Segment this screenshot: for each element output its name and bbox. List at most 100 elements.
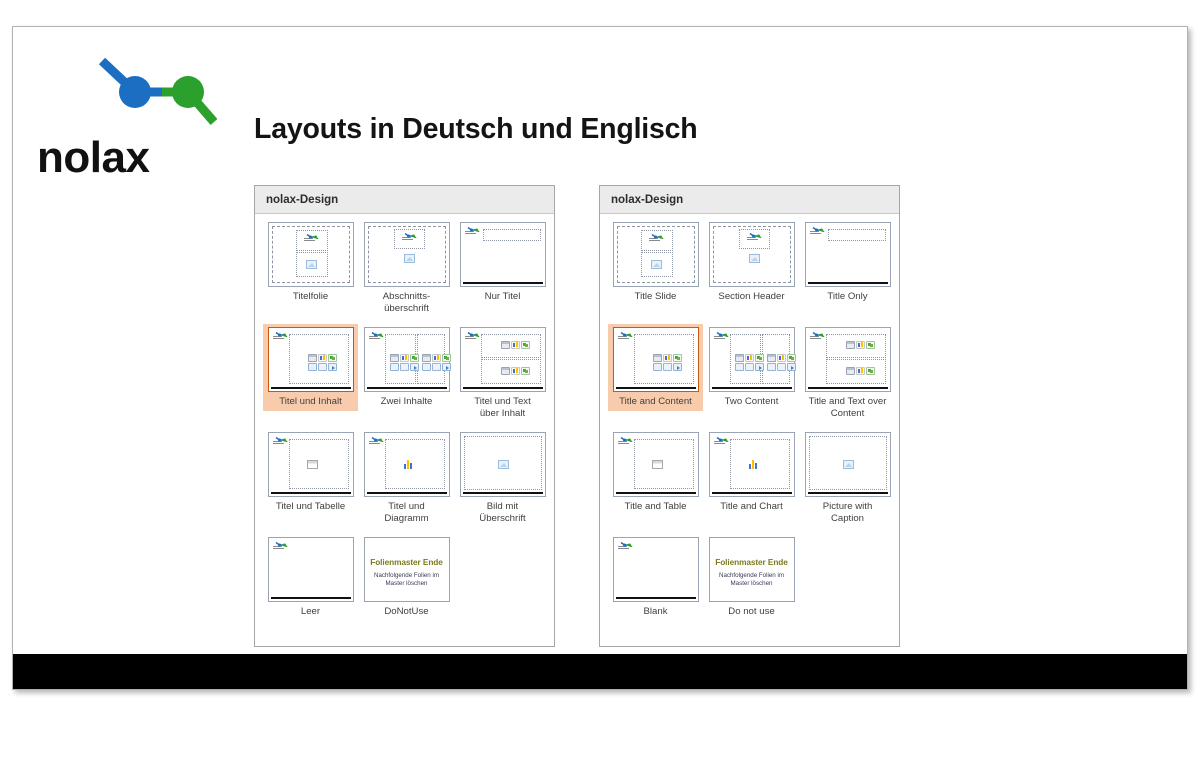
insert-smartart-icon	[865, 341, 875, 349]
insert-table-icon	[734, 354, 744, 362]
layout-item-title-slide[interactable]: Title Slide	[608, 219, 703, 306]
layout-item-abschnitts--überschrift[interactable]: Abschnitts-überschrift	[359, 219, 454, 317]
layout-item-label: Picture with Caption	[822, 501, 873, 524]
footer-bar-mini	[270, 597, 351, 599]
insert-chart-icon	[855, 367, 865, 375]
footer-bar-mini	[711, 387, 792, 389]
layout-thumbnail[interactable]	[612, 432, 699, 497]
layout-thumbnail[interactable]: Folienmaster Ende Nachfolgende Folien im M…	[363, 537, 450, 602]
layout-item-donotuse[interactable]: Folienmaster Ende Nachfolgende Folien im M…	[359, 534, 454, 621]
insert-chart-icon	[399, 354, 409, 362]
layout-thumbnail[interactable]	[459, 327, 546, 392]
footer-bar-mini	[807, 387, 888, 389]
mini-logo-icon	[617, 437, 632, 444]
insert-picture-icon	[421, 363, 431, 371]
layout-item-title-and-table[interactable]: Title and Table	[608, 429, 703, 516]
donotuse-body: Nachfolgende Folien im Master löschen	[718, 572, 784, 587]
mini-logo-icon	[368, 437, 383, 444]
layout-item-title-and-text-over-content[interactable]: Title and Text over Content	[800, 324, 895, 422]
layout-thumbnail[interactable]	[804, 222, 891, 287]
content-placeholder-icons	[307, 354, 337, 371]
panel-header-german: nolax-Design	[255, 186, 554, 214]
footer-bar-mini	[270, 492, 351, 494]
layout-item-bild-mit-überschrift[interactable]: Bild mit Überschrift	[455, 429, 550, 527]
layout-item-zwei-inhalte[interactable]: Zwei Inhalte	[359, 324, 454, 411]
layout-thumbnail[interactable]	[363, 432, 450, 497]
footer-bar-mini	[270, 387, 351, 389]
table-icon	[306, 460, 318, 469]
footer-bar-mini	[462, 387, 543, 389]
layout-item-picture-with-caption[interactable]: Picture with Caption	[800, 429, 895, 527]
insert-table-icon	[389, 354, 399, 362]
layout-thumbnail[interactable]	[459, 432, 546, 497]
picture-icon	[403, 254, 415, 263]
mini-logo-icon	[713, 332, 728, 339]
layout-item-blank[interactable]: Blank	[608, 534, 703, 621]
insert-chart-icon	[776, 354, 786, 362]
logo-wordmark: nolax	[37, 133, 150, 182]
layout-thumbnail[interactable]	[267, 432, 354, 497]
layout-thumbnail[interactable]	[612, 222, 699, 287]
insert-smartart-icon	[520, 367, 530, 375]
page-title: Layouts in Deutsch und Englisch	[254, 113, 698, 145]
layout-item-nur-titel[interactable]: Nur Titel	[455, 219, 550, 306]
layout-thumbnail[interactable]	[804, 327, 891, 392]
insert-chart-icon	[317, 354, 327, 362]
picture-icon	[497, 460, 509, 469]
insert-table-icon	[500, 341, 510, 349]
insert-smartart-icon	[520, 341, 530, 349]
layout-item-title-and-content[interactable]: Title and Content	[608, 324, 703, 411]
insert-table-icon	[845, 341, 855, 349]
layout-thumbnail[interactable]	[708, 432, 795, 497]
insert-clipart-icon	[431, 363, 441, 371]
insert-smartart-icon	[865, 367, 875, 375]
layout-item-label: Two Content	[724, 396, 779, 407]
layout-thumbnail[interactable]: Folienmaster Ende Nachfolgende Folien im M…	[708, 537, 795, 602]
layout-item-title-only[interactable]: Title Only	[800, 219, 895, 306]
layout-item-titel-und-inhalt[interactable]: Titel und Inhalt	[263, 324, 358, 411]
mini-logo-icon	[272, 542, 287, 549]
layout-item-do-not-use[interactable]: Folienmaster Ende Nachfolgende Folien im M…	[704, 534, 799, 621]
layout-thumbnail[interactable]	[363, 327, 451, 392]
mini-logo-icon	[617, 542, 632, 549]
layout-item-title-and-chart[interactable]: Title and Chart	[704, 429, 799, 516]
layout-item-section-header[interactable]: Section Header	[704, 219, 799, 306]
layout-thumbnail[interactable]	[612, 537, 699, 602]
insert-picture-icon	[766, 363, 776, 371]
layout-item-titel-und-diagramm[interactable]: Titel und Diagramm	[359, 429, 454, 527]
layout-item-label: Do not use	[728, 606, 775, 617]
layout-thumbnail[interactable]	[459, 222, 546, 287]
insert-video-icon	[409, 363, 419, 371]
layout-item-label: Zwei Inhalte	[380, 396, 433, 407]
layout-item-label: Titel und Inhalt	[279, 396, 342, 407]
insert-picture-icon	[652, 363, 662, 371]
insert-chart-icon	[855, 341, 865, 349]
layout-thumbnail[interactable]	[708, 327, 796, 392]
layout-thumbnail[interactable]	[612, 327, 699, 392]
layout-item-titelfolie[interactable]: Titelfolie	[263, 219, 358, 306]
donotuse-body: Nachfolgende Folien im Master löschen	[373, 572, 439, 587]
layout-thumbnail[interactable]	[708, 222, 795, 287]
layout-thumbnail[interactable]	[363, 222, 450, 287]
mini-logo-icon	[648, 234, 663, 241]
layout-panel-german: nolax-Design Titelfolie Abschnitts-übersc…	[254, 185, 555, 647]
layout-thumbnail[interactable]	[267, 537, 354, 602]
footer-bar-mini	[807, 492, 888, 494]
layout-thumbnail[interactable]	[267, 222, 354, 287]
layout-item-leer[interactable]: Leer	[263, 534, 358, 621]
nolax-logo-mark	[98, 57, 218, 125]
layout-item-two-content[interactable]: Two Content	[704, 324, 799, 411]
nolax-logo: nolax	[35, 55, 235, 182]
footer-bar-mini	[366, 387, 447, 389]
layout-item-titel-und-tabelle[interactable]: Titel und Tabelle	[263, 429, 358, 516]
insert-clipart-icon	[399, 363, 409, 371]
layout-item-titel-und-text-über-inhalt[interactable]: Titel und Text über Inhalt	[455, 324, 550, 422]
insert-table-icon	[421, 354, 431, 362]
mini-logo-icon	[401, 233, 416, 240]
layout-thumbnail[interactable]	[267, 327, 354, 392]
insert-smartart-icon	[327, 354, 337, 362]
picture-icon	[305, 260, 317, 269]
insert-picture-icon	[307, 363, 317, 371]
layout-thumbnail[interactable]	[804, 432, 891, 497]
mini-logo-icon	[368, 332, 383, 339]
